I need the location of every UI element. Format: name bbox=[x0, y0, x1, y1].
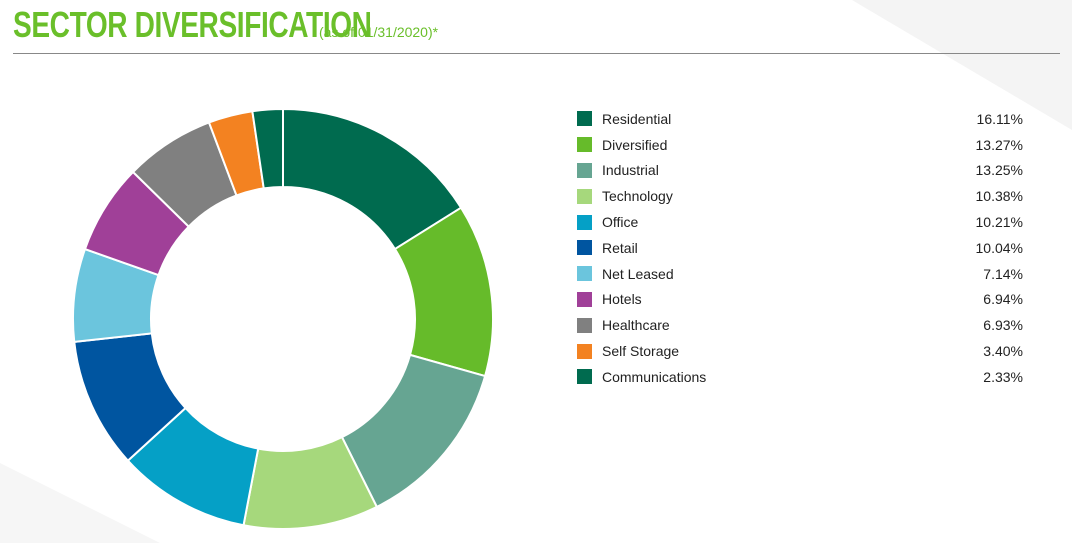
legend-label: Healthcare bbox=[602, 317, 670, 334]
legend-value: 13.27% bbox=[975, 136, 1023, 153]
legend-swatch bbox=[577, 111, 592, 127]
legend-item: Retail 10.04% bbox=[577, 235, 1023, 261]
legend-value: 10.21% bbox=[975, 214, 1023, 231]
legend-item: Net Leased 7.14% bbox=[577, 261, 1023, 287]
legend-value: 10.38% bbox=[975, 188, 1023, 205]
legend-swatch bbox=[577, 240, 592, 256]
legend-label: Diversified bbox=[602, 136, 668, 153]
legend-item: Residential 16.11% bbox=[577, 106, 1023, 132]
legend-item: Technology 10.38% bbox=[577, 183, 1023, 209]
legend-swatch bbox=[577, 291, 592, 307]
legend-item: Industrial 13.25% bbox=[577, 158, 1023, 184]
legend-swatch bbox=[577, 162, 592, 178]
legend-label: Communications bbox=[602, 368, 707, 385]
legend-swatch bbox=[577, 214, 592, 230]
legend-label: Industrial bbox=[602, 162, 659, 179]
legend-swatch bbox=[577, 343, 592, 359]
legend: Residential 16.11% Diversified 13.27% Indust… bbox=[577, 106, 1023, 390]
legend-label: Hotels bbox=[602, 291, 642, 308]
legend-label: Retail bbox=[602, 239, 638, 256]
legend-label: Net Leased bbox=[602, 265, 674, 282]
legend-swatch bbox=[577, 317, 592, 333]
legend-value: 13.25% bbox=[975, 162, 1023, 179]
legend-value: 3.40% bbox=[983, 343, 1023, 360]
legend-item: Hotels 6.94% bbox=[577, 287, 1023, 313]
legend-item: Healthcare 6.93% bbox=[577, 312, 1023, 338]
legend-swatch bbox=[577, 369, 592, 385]
legend-item: Communications 2.33% bbox=[577, 364, 1023, 390]
legend-item: Office 10.21% bbox=[577, 209, 1023, 235]
legend-value: 16.11% bbox=[976, 110, 1023, 127]
legend-label: Residential bbox=[602, 110, 672, 127]
legend-value: 10.04% bbox=[975, 239, 1023, 256]
legend-item: Self Storage 3.40% bbox=[577, 338, 1023, 364]
legend-swatch bbox=[577, 137, 592, 153]
legend-item: Diversified 13.27% bbox=[577, 132, 1023, 158]
legend-value: 2.33% bbox=[983, 368, 1023, 385]
legend-value: 7.14% bbox=[983, 265, 1023, 282]
legend-label: Technology bbox=[602, 188, 673, 205]
legend-label: Office bbox=[602, 214, 639, 231]
legend-value: 6.93% bbox=[983, 317, 1023, 334]
legend-swatch bbox=[577, 188, 592, 204]
legend-swatch bbox=[577, 266, 592, 282]
legend-label: Self Storage bbox=[602, 343, 680, 360]
legend-value: 6.94% bbox=[983, 291, 1023, 308]
